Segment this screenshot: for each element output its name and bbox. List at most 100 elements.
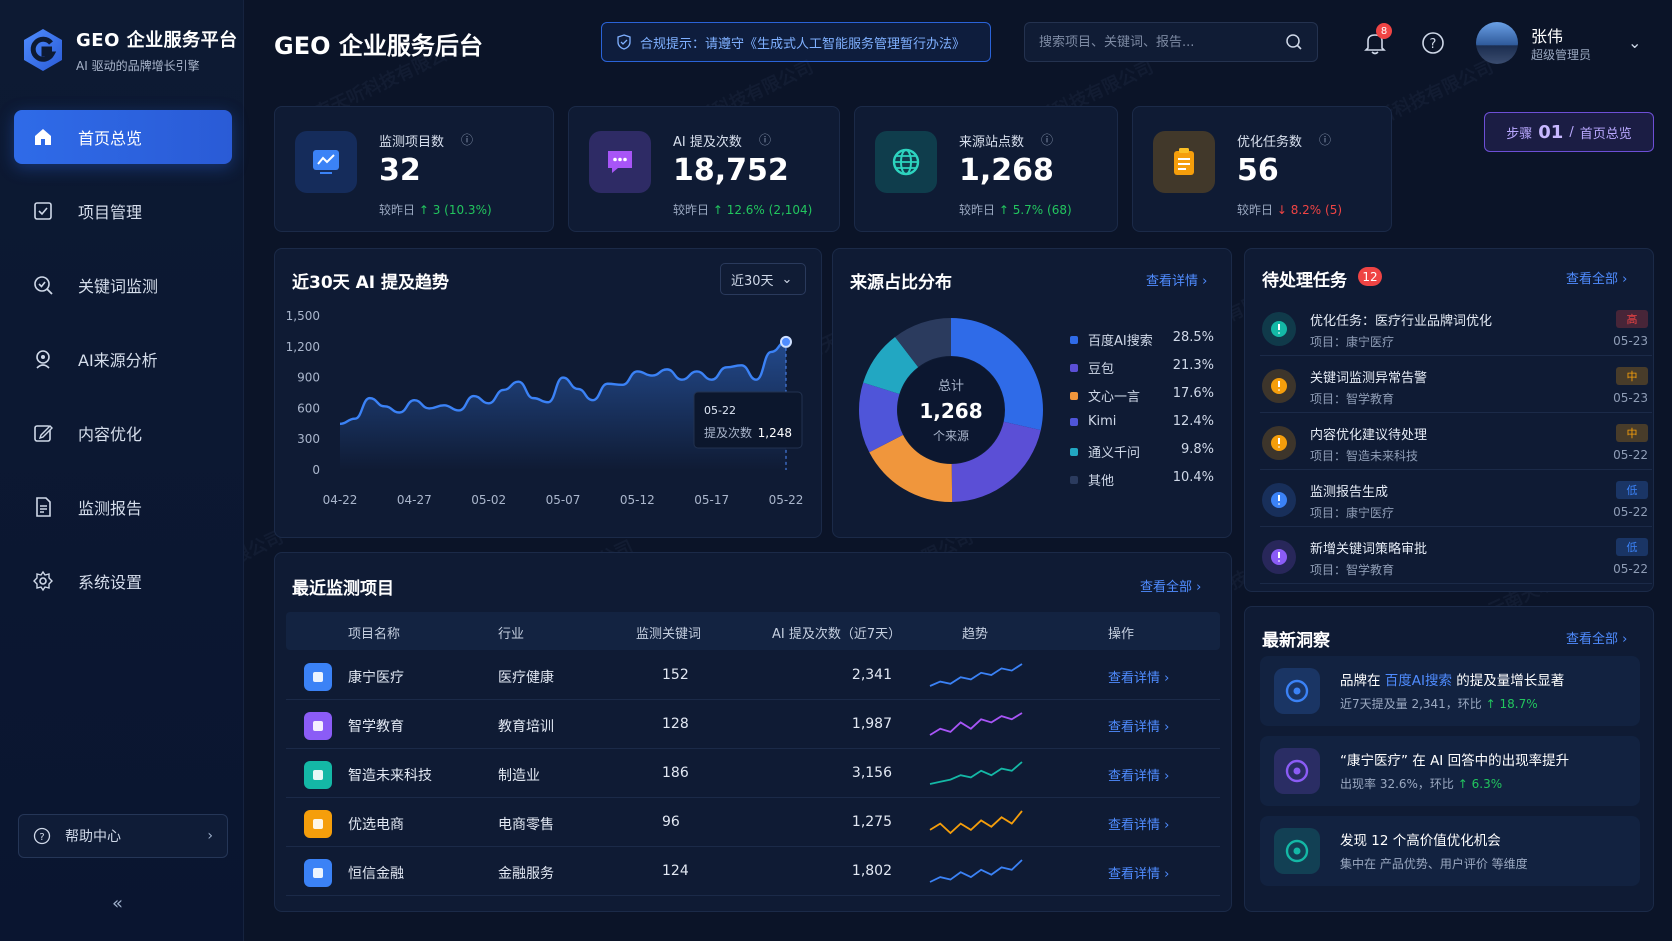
task-item[interactable]: 内容优化建议待处理 项目：智造未来科技 中 05-22 <box>1260 418 1652 470</box>
project-name: 康宁医疗 <box>348 670 404 686</box>
avatar[interactable] <box>1476 22 1518 64</box>
view-details-link[interactable]: 查看详情 › <box>1108 863 1169 882</box>
x-tick-label: 05-02 <box>471 493 506 507</box>
table-row[interactable]: 优选电商 电商零售 96 1,275 查看详情 › <box>286 799 1220 847</box>
stat-card-mentions[interactable]: AI 提及次数 ⓘ 18,752 较昨日 ↑ 12.6% (2,104) <box>568 106 840 232</box>
bank-icon <box>304 859 332 887</box>
trend-tooltip: 05-22 提及次数 1,248 <box>693 391 803 449</box>
sidebar-item-label: 监测报告 <box>78 499 143 518</box>
project-industry: 医疗健康 <box>498 670 554 686</box>
info-icon[interactable]: ⓘ <box>1041 131 1053 148</box>
project-keywords: 186 <box>662 765 689 781</box>
sidebar-item-keywords[interactable]: 关键词监测 <box>14 258 232 312</box>
help-icon[interactable]: ? <box>1420 30 1446 56</box>
insights-view-all-link[interactable]: 查看全部 › <box>1566 628 1627 647</box>
step-label: 首页总览 <box>1579 126 1632 142</box>
step-prefix: 步骤 <box>1506 126 1533 142</box>
project-icon <box>30 198 56 224</box>
project-mentions: 2,341 <box>851 667 892 683</box>
chevron-down-icon[interactable]: ⌄ <box>1628 33 1641 52</box>
project-keywords: 152 <box>662 667 689 683</box>
search-box <box>1024 22 1318 62</box>
insight-card[interactable]: “康宁医疗” 在 AI 回答中的出现率提升 出现率 32.6%，环比 ↑ 6.3% <box>1260 736 1640 806</box>
tasks-view-all-link[interactable]: 查看全部 › <box>1566 268 1627 287</box>
brand-logo-icon <box>24 29 62 71</box>
legend-swatch <box>1070 391 1078 400</box>
help-center-button[interactable]: ? 帮助中心 › <box>18 814 228 858</box>
task-title: 关键词监测异常告警 <box>1310 371 1428 386</box>
view-details-link[interactable]: 查看详情 › <box>1108 667 1169 686</box>
sidebar-item-home[interactable]: 首页总览 <box>14 110 232 164</box>
sidebar-item-reports[interactable]: 监测报告 <box>14 480 232 534</box>
projects-view-all-link[interactable]: 查看全部 › <box>1140 576 1201 595</box>
task-item[interactable]: 新增关键词策略审批 项目：智学教育 低 05-22 <box>1260 532 1652 584</box>
column-header: 项目名称 <box>348 627 401 642</box>
user-role: 超级管理员 <box>1531 48 1592 62</box>
compliance-notice[interactable]: 合规提示：请遵守《生成式人工智能服务管理暂行办法》 <box>601 22 991 62</box>
insight-card[interactable]: 品牌在 百度AI搜索 的提及量增长显著 近7天提及量 2,341，环比 ↑ 18.… <box>1260 656 1640 726</box>
brand-title: GEO 企业服务平台 <box>76 30 238 51</box>
source-view-details-link[interactable]: 查看详情 › <box>1146 270 1207 289</box>
search-icon[interactable] <box>1285 33 1303 51</box>
sidebar-item-projects[interactable]: 项目管理 <box>14 184 232 238</box>
insight-subtitle: 出现率 32.6%，环比 ↑ 6.3% <box>1340 775 1502 792</box>
project-name: 恒信金融 <box>348 866 404 882</box>
info-icon[interactable]: ⓘ <box>1319 131 1331 148</box>
task-item[interactable]: 关键词监测异常告警 项目：智学教育 中 05-23 <box>1260 361 1652 413</box>
stat-card-sources[interactable]: 来源站点数 ⓘ 1,268 较昨日 ↑ 5.7% (68) <box>854 106 1118 232</box>
task-item[interactable]: 监测报告生成 项目：康宁医疗 低 05-22 <box>1260 475 1652 527</box>
view-details-link[interactable]: 查看详情 › <box>1108 716 1169 735</box>
table-row[interactable]: 恒信金融 金融服务 124 1,802 查看详情 › <box>286 848 1220 896</box>
task-item[interactable]: 优化任务：医疗行业品牌词优化 项目：康宁医疗 高 05-23 <box>1260 304 1652 356</box>
range-select[interactable]: 近30天 ⌄ <box>720 263 806 295</box>
trend-chart-title: 近30天 AI 提及趋势 <box>292 273 449 293</box>
sidebar-item-label: 系统设置 <box>78 573 143 592</box>
table-row[interactable]: 智学教育 教育培训 128 1,987 查看详情 › <box>286 701 1220 749</box>
column-header: 趋势 <box>962 627 989 642</box>
legend-item: 文心一言 <box>1070 386 1140 405</box>
project-industry: 制造业 <box>498 768 540 784</box>
stat-label: 来源站点数 <box>959 135 1025 150</box>
search-input[interactable] <box>1039 34 1285 50</box>
task-date: 05-22 <box>1613 448 1648 462</box>
legend-swatch <box>1070 475 1078 484</box>
legend-item: Kimi <box>1070 414 1116 429</box>
task-project: 项目：智造未来科技 <box>1310 449 1419 463</box>
legend-swatch <box>1070 363 1078 372</box>
collapse-sidebar-button[interactable]: « <box>112 893 123 914</box>
view-details-link[interactable]: 查看详情 › <box>1108 814 1169 833</box>
insight-card[interactable]: 发现 12 个高价值优化机会 集中在 产品优势、用户评价 等维度 <box>1260 816 1640 886</box>
task-date: 05-22 <box>1613 505 1648 519</box>
y-tick-label: 600 <box>297 401 320 415</box>
stat-compare: 较昨日 ↑ 3 (10.3%) <box>379 203 492 217</box>
insight-detail: 近7天提及量 2,341，环比 <box>1340 697 1486 711</box>
y-tick-label: 0 <box>312 463 320 477</box>
stat-card-projects[interactable]: 监测项目数 ⓘ 32 较昨日 ↑ 3 (10.3%) <box>274 106 554 232</box>
clipboard-icon <box>1153 131 1215 193</box>
sidebar-item-label: 关键词监测 <box>78 277 159 296</box>
task-date: 05-23 <box>1613 391 1648 405</box>
lightbulb-icon <box>1274 828 1320 874</box>
legend-value: 21.3% <box>1172 358 1214 373</box>
sidebar-item-content[interactable]: 内容优化 <box>14 406 232 460</box>
info-icon[interactable]: ⓘ <box>759 131 771 148</box>
step-indicator[interactable]: 步骤 01 / 首页总览 <box>1484 112 1654 152</box>
priority-badge: 中 <box>1616 424 1648 442</box>
view-details-link[interactable]: 查看详情 › <box>1108 765 1169 784</box>
table-row[interactable]: 康宁医疗 医疗健康 152 2,341 查看详情 › <box>286 652 1220 700</box>
insight-subtitle: 集中在 产品优势、用户评价 等维度 <box>1340 855 1528 872</box>
task-type-icon <box>1262 483 1296 517</box>
table-row[interactable]: 智造未来科技 制造业 186 3,156 查看详情 › <box>286 750 1220 798</box>
sidebar-item-settings[interactable]: 系统设置 <box>14 554 232 608</box>
x-tick-label: 05-12 <box>620 493 655 507</box>
priority-badge: 高 <box>1616 310 1648 328</box>
chat-bubble-icon <box>589 131 651 193</box>
insight-detail: 集中在 产品优势、用户评价 等维度 <box>1340 857 1528 871</box>
sidebar-item-source-analysis[interactable]: AI来源分析 <box>14 332 232 386</box>
info-icon[interactable]: ⓘ <box>461 131 473 148</box>
insight-text: “康宁医疗” 在 AI 回答中的出现率提升 <box>1340 753 1570 769</box>
priority-badge: 低 <box>1616 481 1648 499</box>
stat-card-tasks[interactable]: 优化任务数 ⓘ 56 较昨日 ↓ 8.2% (5) <box>1132 106 1392 232</box>
medical-cross-icon <box>304 663 332 691</box>
graduation-cap-icon <box>304 712 332 740</box>
